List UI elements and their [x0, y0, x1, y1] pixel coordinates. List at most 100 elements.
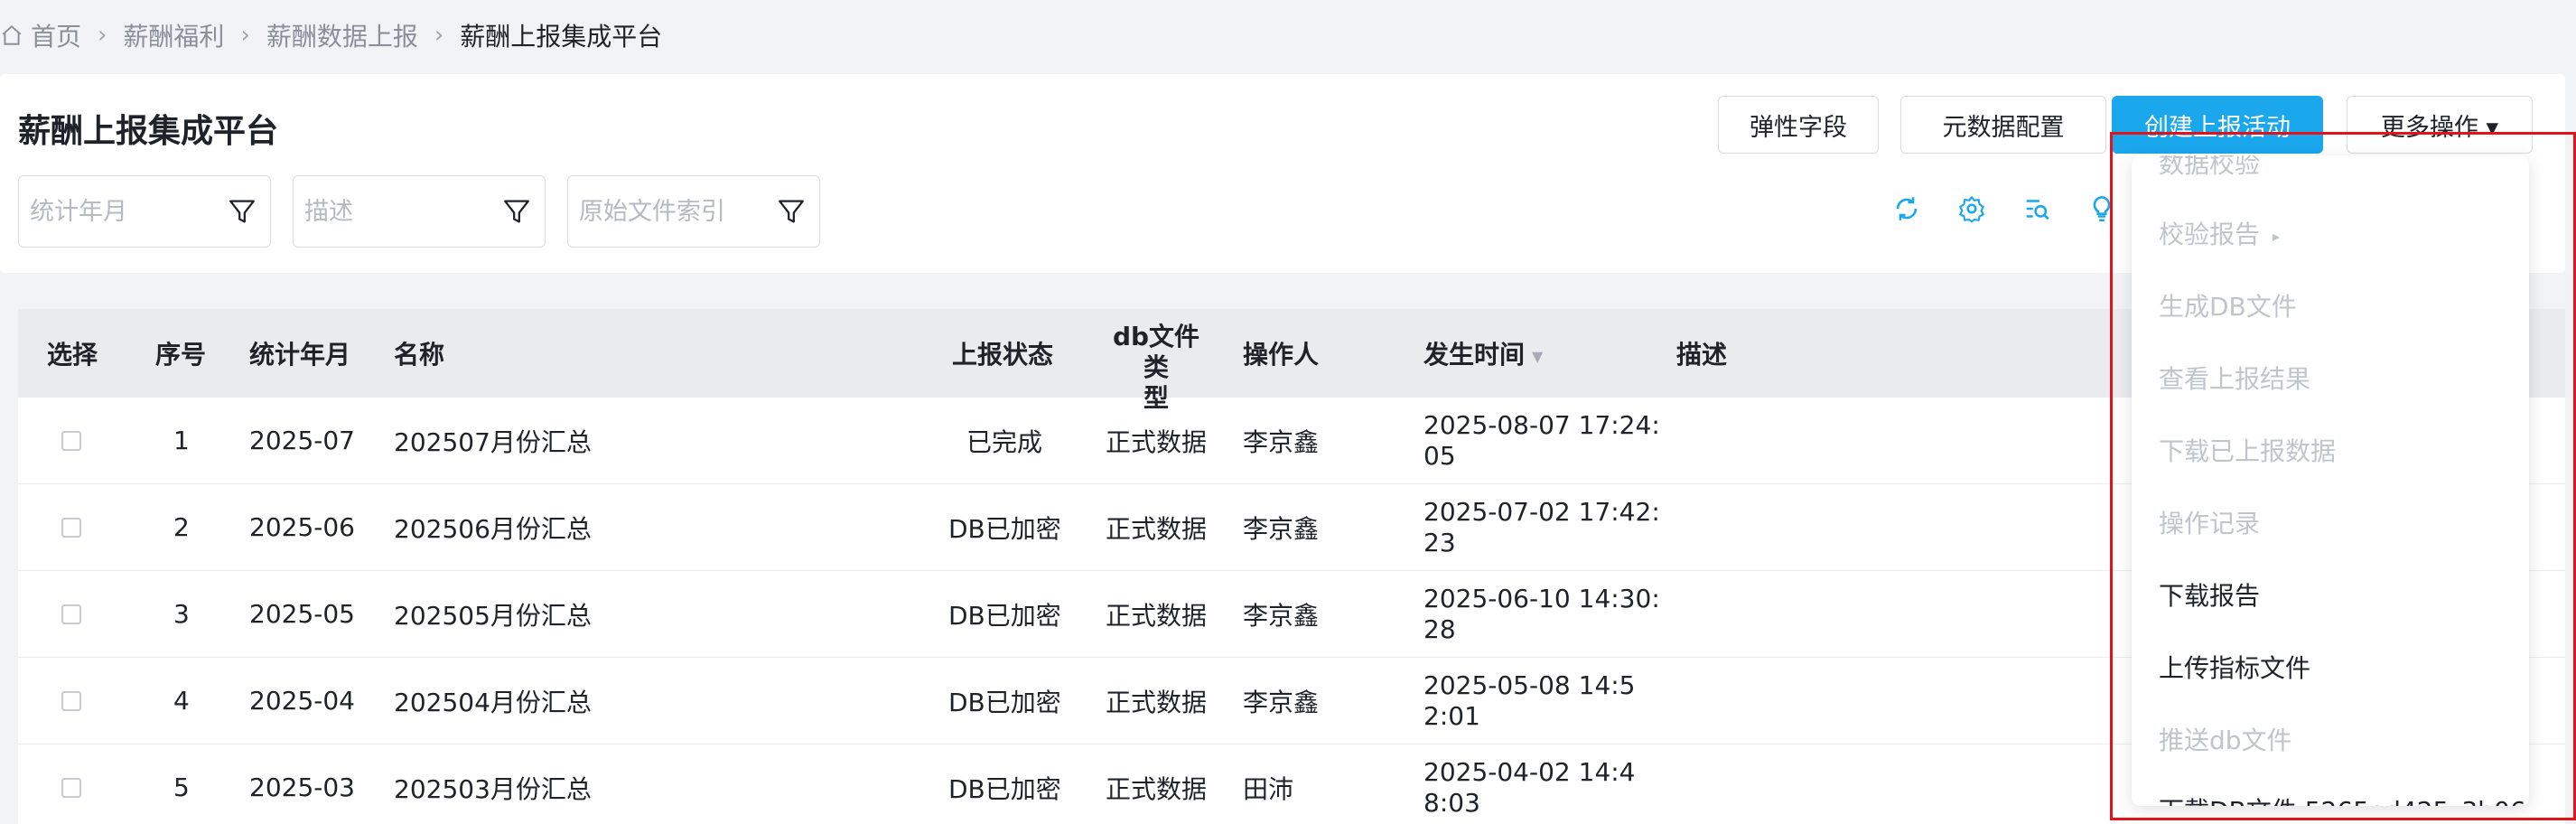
header-index: 序号: [155, 340, 207, 370]
metadata-config-button[interactable]: 元数据配置: [1900, 96, 2106, 154]
cell-time-line1: 2025-04-02 14:4: [1423, 756, 1636, 787]
cell-status: DB已加密: [948, 513, 1061, 544]
breadcrumb-item-current: 薪酬上报集成平台: [460, 22, 663, 52]
cell-db-type: 正式数据: [1106, 687, 1208, 717]
cell-status: DB已加密: [948, 600, 1061, 631]
cell-operator: 李京鑫: [1243, 687, 1320, 717]
submenu-arrow-icon: ▸: [2273, 227, 2281, 245]
breadcrumb-item-report[interactable]: 薪酬数据上报: [266, 17, 418, 53]
cell-db-type: 正式数据: [1106, 773, 1208, 804]
cell-period: 2025-07: [249, 426, 355, 455]
breadcrumb-item-home[interactable]: 首页: [31, 17, 81, 53]
cell-period: 2025-03: [249, 772, 355, 802]
cell-index: 3: [173, 599, 190, 629]
period-filter-input[interactable]: [30, 197, 210, 226]
filter-icon[interactable]: [227, 196, 257, 227]
menu-item-data-validation: 数据校验: [2159, 155, 2261, 179]
refresh-icon[interactable]: [1891, 193, 1922, 224]
header-status[interactable]: 上报状态: [952, 335, 1053, 371]
cell-time: 2025-08-07 17:24: 05: [1423, 410, 1660, 472]
period-filter[interactable]: [18, 175, 271, 248]
cell-operator: 田沛: [1243, 773, 1294, 804]
cell-db-type: 正式数据: [1106, 426, 1208, 457]
cell-time-line1: 2025-07-02 17:42:: [1423, 496, 1660, 527]
cell-name: 202503月份汇总: [394, 773, 592, 804]
cell-time-line2: 2:01: [1423, 700, 1480, 731]
header-select: 选择: [47, 340, 98, 370]
home-icon: [2, 24, 22, 45]
filter-icon[interactable]: [501, 196, 532, 227]
header-period[interactable]: 统计年月: [249, 335, 350, 371]
settings-icon[interactable]: [1956, 193, 1987, 224]
cell-operator: 李京鑫: [1243, 513, 1320, 544]
header-time-label: 发生时间: [1423, 340, 1526, 370]
source-file-filter[interactable]: [567, 175, 820, 248]
description-filter[interactable]: [293, 175, 546, 248]
cell-index: 4: [173, 686, 190, 716]
menu-item-validation-report-label: 校验报告: [2159, 220, 2261, 249]
row-checkbox[interactable]: [61, 430, 81, 451]
row-checkbox[interactable]: [61, 604, 81, 624]
cell-index: 1: [173, 426, 190, 455]
cell-time-line2: 05: [1423, 440, 1456, 471]
more-actions-button[interactable]: 更多操作 ▾: [2347, 96, 2533, 154]
cell-index: 5: [173, 772, 190, 802]
cell-time-line2: 23: [1423, 527, 1456, 557]
source-file-filter-input[interactable]: [579, 197, 760, 226]
page-title: 薪酬上报集成平台: [18, 113, 279, 150]
menu-item-download-db[interactable]: 下载DB文件 5265ed425_3b06A71D1.: [2159, 791, 2529, 806]
cell-time-line2: 28: [1423, 613, 1456, 644]
header-operator[interactable]: 操作人: [1243, 335, 1319, 371]
create-activity-button[interactable]: 创建上报活动: [2112, 96, 2323, 154]
header-name[interactable]: 名称: [394, 335, 444, 371]
lightbulb-icon[interactable]: [2086, 193, 2117, 224]
breadcrumb-home[interactable]: 首页: [0, 17, 81, 53]
cell-period: 2025-05: [249, 599, 355, 629]
description-filter-input[interactable]: [304, 197, 485, 226]
row-checkbox[interactable]: [61, 690, 81, 711]
cell-name: 202507月份汇总: [394, 426, 592, 457]
cell-time-line1: 2025-08-07 17:24:: [1423, 409, 1660, 440]
sort-down-icon[interactable]: ▼: [1532, 348, 1543, 365]
cell-time-line1: 2025-06-10 14:30:: [1423, 583, 1660, 613]
menu-item-upload-indicator[interactable]: 上传指标文件: [2159, 649, 2310, 685]
cell-time: 2025-04-02 14:4 8:03: [1423, 757, 1636, 819]
menu-item-validation-report: 校验报告 ▸: [2159, 215, 2280, 251]
header-db-type-line1: db文件类: [1112, 322, 1200, 382]
cell-name: 202506月份汇总: [394, 513, 592, 544]
breadcrumb: 首页 › 薪酬福利 › 薪酬数据上报 › 薪酬上报集成平台: [0, 13, 662, 58]
cell-period: 2025-04: [249, 686, 355, 716]
cell-name: 202504月份汇总: [394, 687, 592, 717]
menu-item-generate-db: 生成DB文件: [2159, 292, 2297, 322]
menu-item-view-results: 查看上报结果: [2159, 364, 2311, 394]
menu-item-download-reported: 下载已上报数据: [2159, 436, 2337, 466]
cell-status: DB已加密: [948, 773, 1061, 804]
elastic-fields-button[interactable]: 弹性字段: [1718, 96, 1879, 154]
cell-index: 2: [173, 512, 190, 542]
row-checkbox[interactable]: [61, 517, 81, 538]
cell-name: 202505月份汇总: [394, 600, 592, 631]
cell-time: 2025-06-10 14:30: 28: [1423, 584, 1660, 645]
menu-item-push-db: 推送db文件: [2159, 726, 2292, 755]
menu-item-download-report[interactable]: 下载报告: [2159, 576, 2260, 613]
cell-operator: 李京鑫: [1243, 600, 1320, 631]
breadcrumb-item-welfare[interactable]: 薪酬福利: [123, 17, 224, 53]
chevron-right-icon: ›: [240, 22, 250, 49]
cell-time-line2: 8:03: [1423, 787, 1480, 818]
chevron-right-icon: ›: [434, 22, 444, 49]
cell-period: 2025-06: [249, 512, 355, 542]
cell-db-type: 正式数据: [1106, 513, 1208, 544]
more-actions-dropdown: 数据校验 校验报告 ▸ 生成DB文件 查看上报结果 下载已上报数据 操作记录 下载…: [2132, 155, 2529, 806]
cell-db-type: 正式数据: [1106, 600, 1208, 631]
cell-operator: 李京鑫: [1243, 426, 1320, 457]
menu-item-operation-log: 操作记录: [2159, 509, 2261, 538]
row-checkbox[interactable]: [61, 777, 81, 798]
header-description[interactable]: 描述: [1676, 335, 1727, 371]
filter-icon[interactable]: [776, 196, 807, 227]
header-time[interactable]: 发生时间 ▼: [1423, 335, 1543, 371]
cell-status: 已完成: [966, 426, 1043, 457]
cell-time-line1: 2025-05-08 14:5: [1423, 670, 1636, 700]
cell-time: 2025-07-02 17:42: 23: [1423, 497, 1660, 558]
zoom-search-icon[interactable]: [2021, 193, 2052, 224]
chevron-right-icon: ›: [98, 22, 107, 49]
